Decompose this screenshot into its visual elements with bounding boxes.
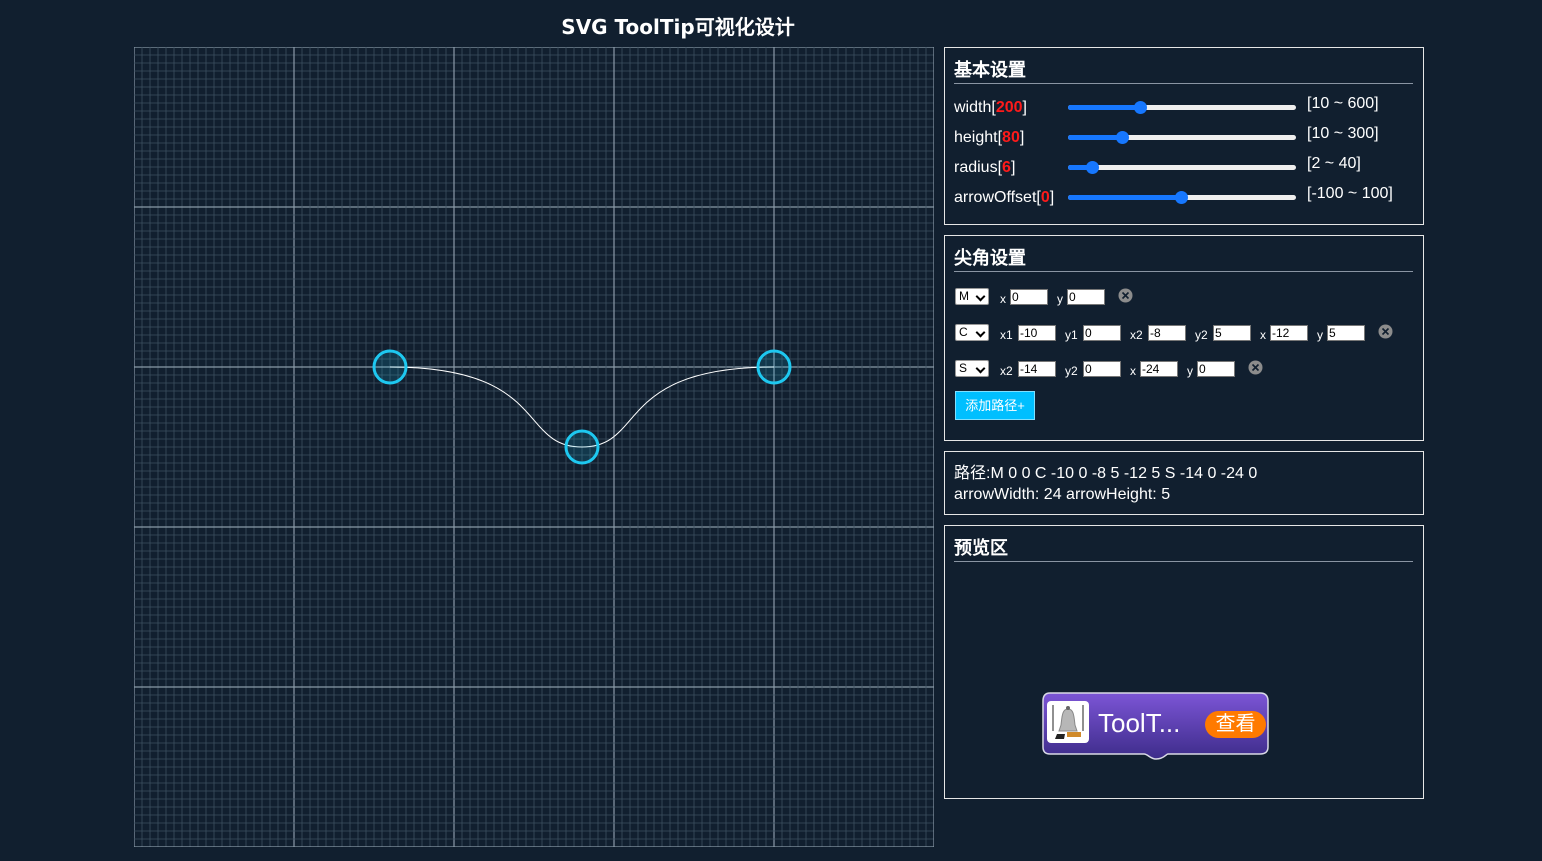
setting-value: 6 — [1002, 159, 1011, 176]
chevron-down-icon — [975, 363, 986, 374]
setting-value: 0 — [1040, 189, 1050, 206]
coord-input-x[interactable]: -24 — [1140, 361, 1178, 377]
field-label-y2: y2 — [1065, 364, 1078, 378]
field-label-y2: y2 — [1195, 328, 1208, 342]
remove-row-icon[interactable] — [1118, 288, 1133, 303]
setting-range: [-100 ~ 100] — [1307, 185, 1393, 202]
setting-value: 80 — [1002, 129, 1020, 146]
tooltip-text: ToolT... — [1098, 708, 1181, 738]
path-info-panel: 路径:M 0 0 C -10 0 -8 5 -12 5 S -14 0 -24 … — [944, 451, 1424, 515]
path-string: 路径:M 0 0 C -10 0 -8 5 -12 5 S -14 0 -24 … — [954, 465, 1258, 482]
setting-name: arrowOffset — [954, 189, 1037, 206]
slider-fill — [1068, 195, 1182, 200]
control-point-handle-mid[interactable] — [564, 429, 600, 465]
setting-range: [2 ~ 40] — [1307, 155, 1361, 172]
field-label-y: y — [1187, 364, 1193, 378]
coord-input-y[interactable]: 0 — [1197, 361, 1235, 377]
page-title: SVG ToolTip可视化设计 — [561, 15, 795, 39]
basic-settings-heading: 基本设置 — [954, 60, 1413, 84]
setting-label: radius[6] — [954, 159, 1016, 176]
arrow-command-row: Cx1 -10 y1 0 x2 -8 y2 5 x -12 y 5 — [955, 324, 1405, 344]
coord-input-y2[interactable]: 5 — [1213, 325, 1251, 341]
chevron-down-icon — [975, 327, 986, 338]
slider-thumb[interactable] — [1175, 191, 1188, 204]
coord-input-x[interactable]: 0 — [1010, 289, 1048, 305]
arrow-size: arrowWidth: 24 arrowHeight: 5 — [954, 486, 1171, 503]
setting-label: height[80] — [954, 129, 1025, 146]
setting-name: width — [954, 99, 992, 116]
setting-row-radius: radius[6] [2 ~ 40] — [954, 155, 1423, 181]
field-label-x1: x1 — [1000, 328, 1013, 342]
control-point-handle-start[interactable] — [372, 349, 408, 385]
field-label-y: y — [1317, 328, 1323, 342]
command-select[interactable]: M — [955, 288, 989, 305]
arrow-command-row: Mx0y0 — [955, 288, 1405, 308]
coord-input-y[interactable]: 0 — [1067, 289, 1105, 305]
setting-row-arrowOffset: arrowOffset[0] [-100 ~ 100] — [954, 185, 1423, 211]
setting-label: arrowOffset[0] — [954, 189, 1055, 206]
tooltip-view-button[interactable]: 查看 — [1205, 711, 1266, 738]
field-label-y: y — [1057, 292, 1063, 306]
remove-row-icon[interactable] — [1248, 360, 1263, 375]
width-slider[interactable] — [1068, 98, 1296, 118]
coord-input-x2[interactable]: -8 — [1148, 325, 1186, 341]
preview-panel: 预览区 ToolT... 查看 — [944, 525, 1424, 799]
slider-thumb[interactable] — [1086, 161, 1100, 174]
setting-name: radius — [954, 159, 998, 176]
command-value: M — [959, 289, 969, 303]
setting-range: [10 ~ 300] — [1307, 125, 1379, 142]
grid — [134, 47, 934, 847]
coord-input-y1[interactable]: 0 — [1083, 325, 1121, 341]
setting-row-width: width[200] [10 ~ 600] — [954, 95, 1423, 121]
arrow-settings-panel: 尖角设置 Mx 0 y 0 Cx1 -10 y1 0 x2 -8 y2 5 x -12 y 5 Sx2 -14 y2… — [944, 235, 1424, 441]
preview-heading: 预览区 — [954, 538, 1413, 562]
setting-label: width[200] — [954, 99, 1027, 116]
bell-icon — [1047, 701, 1089, 743]
slider-thumb[interactable] — [1133, 101, 1147, 114]
setting-value: 200 — [995, 99, 1023, 116]
control-point-handle-end[interactable] — [756, 349, 792, 385]
coord-input-y[interactable]: 5 — [1327, 325, 1365, 341]
path-editor-canvas[interactable] — [134, 47, 934, 847]
arrow-command-row: Sx2 -14 y2 0 x -24 y 0 — [955, 360, 1405, 380]
setting-name: height — [954, 129, 998, 146]
coord-input-x[interactable]: -12 — [1270, 325, 1308, 341]
path-info-text: 路径:M 0 0 C -10 0 -8 5 -12 5 S -14 0 -24 … — [954, 463, 1257, 505]
field-label-x: x — [1130, 364, 1136, 378]
field-label-y1: y1 — [1065, 328, 1078, 342]
add-path-button[interactable]: 添加路径+ — [955, 391, 1035, 420]
height-slider[interactable] — [1068, 128, 1296, 148]
command-value: S — [959, 361, 968, 375]
slider-fill — [1068, 105, 1141, 110]
setting-row-height: height[80] [10 ~ 300] — [954, 125, 1423, 151]
coord-input-x2[interactable]: -14 — [1018, 361, 1056, 377]
coord-input-y2[interactable]: 0 — [1083, 361, 1121, 377]
field-label-x: x — [1000, 292, 1006, 306]
field-label-x: x — [1260, 328, 1266, 342]
radius-slider[interactable] — [1068, 158, 1296, 178]
remove-row-icon[interactable] — [1378, 324, 1393, 339]
coord-input-x1[interactable]: -10 — [1018, 325, 1056, 341]
arrowOffset-slider[interactable] — [1068, 188, 1296, 208]
chevron-down-icon — [975, 291, 986, 302]
basic-settings-panel: 基本设置 width[200] [10 ~ 600] height[80] [10 ~… — [944, 47, 1424, 225]
arrow-settings-heading: 尖角设置 — [954, 248, 1413, 272]
slider-thumb[interactable] — [1115, 131, 1129, 144]
field-label-x2: x2 — [1000, 364, 1013, 378]
command-select[interactable]: C — [955, 324, 989, 341]
setting-range: [10 ~ 600] — [1307, 95, 1379, 112]
field-label-x2: x2 — [1130, 328, 1143, 342]
slider-fill — [1068, 135, 1123, 140]
command-select[interactable]: S — [955, 360, 989, 377]
command-value: C — [959, 325, 968, 339]
slider-track — [1068, 165, 1296, 170]
